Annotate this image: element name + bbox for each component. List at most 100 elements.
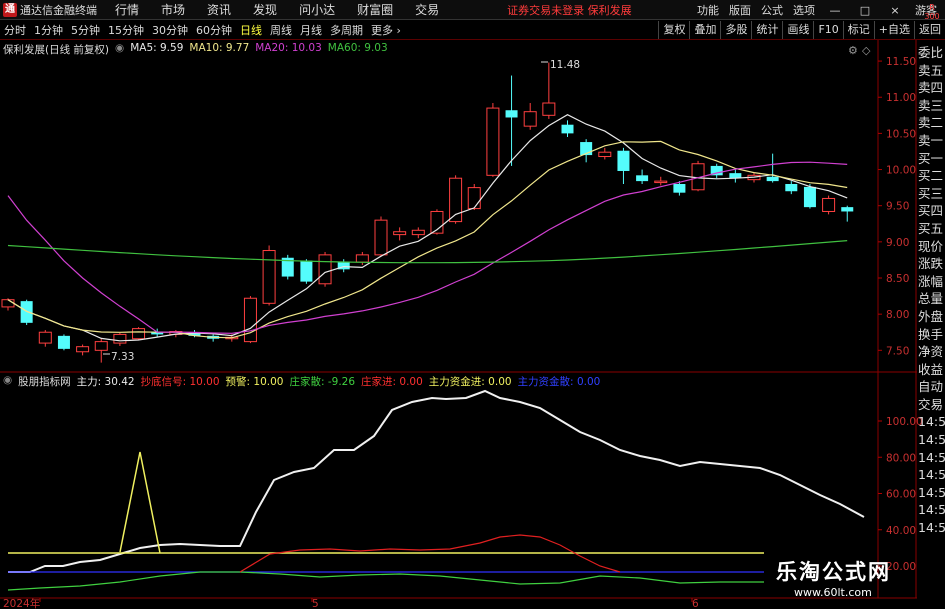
- badge-300: 300: [924, 12, 939, 21]
- label-change: 涨跌: [918, 256, 944, 272]
- candle-body: [673, 184, 686, 193]
- dealer-out-line: [7, 571, 764, 591]
- candle-body: [94, 341, 108, 351]
- price-axis-label: 10.00: [886, 165, 916, 177]
- candle-body: [300, 260, 313, 282]
- price-axis-label: 11.00: [886, 92, 916, 104]
- watermark: 乐淘公式网 www.60lt.com: [776, 556, 916, 604]
- ma20-label: MA20: 10.03: [255, 42, 322, 54]
- candle-body: [523, 111, 537, 127]
- candle-body: [113, 333, 127, 344]
- diamond-icon: ◇: [862, 44, 871, 57]
- ma-toggle-icon[interactable]: ◉: [115, 42, 124, 56]
- ind-warning-label: 预警: 10.00: [225, 376, 284, 388]
- ma20-line: [7, 161, 848, 334]
- candle-body: [841, 207, 854, 212]
- ma60-label: MA60: 9.03: [327, 42, 388, 54]
- ma5-label: MA5: 9.59: [130, 42, 184, 54]
- time-axis-label: 6: [692, 598, 699, 609]
- stock-label: 保利发展(日线 前复权): [3, 44, 110, 56]
- label-buy4: 买四: [918, 203, 944, 219]
- price-axis-label: 8.50: [886, 273, 909, 285]
- candle-body: [822, 197, 836, 212]
- label-sell3: 卖三: [918, 97, 944, 113]
- label-trade[interactable]: 交易: [918, 396, 945, 414]
- ind-fund-in-label: 主力资金进: 0.00: [428, 376, 512, 388]
- ind-bottom-signal-label: 抄底信号: 10.00: [140, 376, 220, 388]
- label-volume: 总量: [918, 291, 944, 307]
- label-net-assets: 净资: [918, 344, 944, 360]
- candle-body: [803, 186, 816, 208]
- quote-panel-labels: 委比 卖五 卖四 卖三 卖二 卖一 买一 买二 买三 买四 买五 现价 涨跌 涨…: [918, 44, 945, 537]
- watermark-url: www.60lt.com: [794, 586, 872, 599]
- label-buy2: 买二: [918, 168, 944, 184]
- candle-body: [57, 335, 70, 349]
- time-row-2: 14:56: [918, 432, 945, 448]
- candle-body: [355, 254, 369, 263]
- label-sell5: 卖五: [918, 62, 944, 78]
- label-buy3: 买三: [918, 185, 944, 201]
- time-row-4: 14:56: [918, 467, 945, 483]
- time-row-3: 14:56: [918, 449, 945, 465]
- label-sell2: 卖二: [918, 115, 944, 131]
- low-price-label: 7.33: [111, 351, 134, 363]
- label-sell1: 卖一: [918, 132, 944, 148]
- ma10-label: MA10: 9.77: [189, 42, 250, 54]
- price-axis-label: 9.50: [886, 201, 909, 213]
- candle-body: [766, 176, 779, 182]
- label-turnover: 换手: [918, 326, 944, 342]
- time-axis-label: 5: [312, 598, 319, 609]
- price-axis-label: 7.50: [886, 345, 909, 357]
- price-axis-label: 8.00: [886, 309, 909, 321]
- candle-body: [486, 107, 500, 176]
- time-row-6: 14:56: [918, 502, 945, 518]
- label-change-pct: 涨幅: [918, 273, 944, 289]
- ind-axis-label: 80.00: [886, 452, 916, 464]
- candle-body: [617, 150, 630, 171]
- candle-body: [262, 250, 276, 304]
- kline-chart[interactable]: 11.50 11.00 10.50 10.00 9.50 9.00 8.50 8.00 7.50…: [0, 0, 945, 609]
- indicator-info-line: ◉ 股朋指标网 主力: 30.42 抄底信号: 10.00 预警: 10.00 …: [3, 374, 600, 388]
- ind-main-label: 主力: 30.42: [76, 376, 135, 388]
- price-axis-label: 11.50: [886, 56, 916, 68]
- label-buy1: 买一: [918, 150, 944, 166]
- candle-body: [505, 110, 518, 118]
- ma-info-line: 保利发展(日线 前复权) ◉ MA5: 9.59 MA10: 9.77 MA20…: [3, 42, 388, 56]
- ind-fund-out-label: 主力资金散: 0.00: [517, 376, 601, 388]
- candle-body: [318, 254, 332, 285]
- ind-dealer-out-label: 庄家散: -9.26: [289, 376, 356, 388]
- high-price-label: 11.48: [550, 59, 580, 71]
- indicator-toggle-icon[interactable]: ◉: [3, 374, 12, 388]
- ind-dealer-in-label: 庄家进: 0.00: [361, 376, 423, 388]
- candle-body: [411, 229, 425, 236]
- candle-body: [654, 180, 668, 184]
- watermark-title: 乐淘公式网: [776, 560, 891, 584]
- settings-icon: ⚙: [848, 44, 858, 57]
- candle-body: [243, 297, 257, 343]
- badge-r: R: [929, 3, 935, 12]
- candle-body: [598, 151, 612, 158]
- time-row-1: 14:56: [918, 414, 945, 430]
- ind-axis-label: 60.00: [886, 489, 916, 501]
- time-row-7: 14:56: [918, 520, 945, 536]
- main-force-line: [8, 389, 865, 573]
- candle-body: [785, 184, 798, 192]
- candle-body: [393, 231, 407, 236]
- time-axis-label: 2024年: [3, 597, 40, 609]
- price-axis-label: 9.00: [886, 237, 909, 249]
- ind-axis-label: 40.00: [886, 525, 916, 537]
- price-axis-label: 10.50: [886, 128, 916, 140]
- candle-body: [561, 124, 574, 134]
- candle-body: [374, 219, 388, 256]
- label-auto[interactable]: 自动: [918, 378, 945, 396]
- indicator-name[interactable]: 股朋指标网: [18, 374, 71, 388]
- label-sell4: 卖四: [918, 80, 944, 96]
- label-price: 现价: [918, 238, 944, 254]
- ma5-line: [7, 114, 848, 342]
- label-buy5: 买五: [918, 220, 944, 236]
- warning-signal-line: [119, 451, 161, 554]
- label-outer: 外盘: [918, 308, 944, 324]
- candle-body: [636, 175, 649, 182]
- label-earnings: 收益: [918, 361, 944, 377]
- candle-body: [76, 346, 90, 353]
